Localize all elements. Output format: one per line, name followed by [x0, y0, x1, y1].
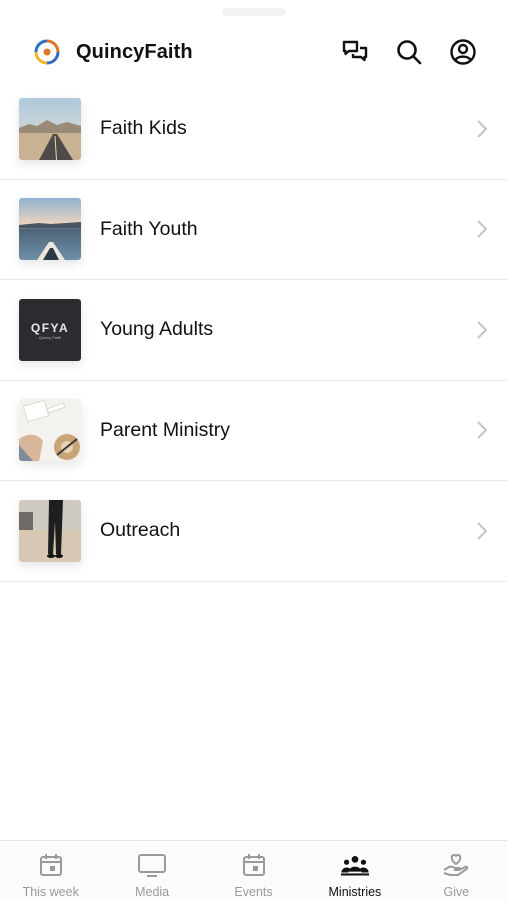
thumb-text: QFYA: [31, 321, 69, 335]
status-bar-indicator: [221, 8, 286, 16]
ministry-label: Faith Youth: [100, 217, 198, 240]
ministry-label: Outreach: [100, 519, 181, 542]
ministry-item-young-adults[interactable]: QFYA Quincy Faith Young Adults: [0, 280, 507, 381]
chat-bubbles-icon[interactable]: [341, 38, 369, 66]
tab-label: Give: [443, 885, 470, 899]
ministry-label: Faith Kids: [100, 117, 187, 140]
tab-ministries[interactable]: Ministries: [304, 841, 405, 900]
bottom-tab-bar: This week Media Events Ministries Give: [0, 840, 507, 900]
ministry-item-outreach[interactable]: Outreach: [0, 481, 507, 582]
quincyfaith-logo-icon: [34, 39, 60, 65]
qfya-logo-thumbnail: QFYA Quincy Faith: [19, 298, 81, 361]
tab-label: Ministries: [328, 885, 382, 899]
calendar-icon: [239, 851, 269, 879]
chevron-right-icon: [477, 522, 488, 540]
tab-label: Media: [135, 885, 170, 899]
tab-label: Events: [234, 885, 273, 899]
tab-events[interactable]: Events: [203, 841, 304, 900]
ministry-item-parent-ministry[interactable]: Parent Ministry: [0, 381, 507, 481]
search-icon[interactable]: [395, 38, 423, 66]
chevron-right-icon: [477, 220, 488, 238]
ministries-list: Faith Kids Faith Youth QFYA Quincy Faith…: [0, 79, 507, 582]
chevron-right-icon: [477, 421, 488, 439]
person-walking-thumbnail: [19, 499, 81, 562]
app-header: QuincyFaith: [0, 22, 507, 82]
thumb-subtext: Quincy Faith: [39, 335, 61, 340]
hands-hat-notebook-thumbnail: [19, 399, 81, 462]
ministry-item-faith-kids[interactable]: Faith Kids: [0, 79, 507, 180]
tab-give[interactable]: Give: [406, 841, 507, 900]
calendar-icon: [36, 851, 66, 879]
ministry-label: Parent Ministry: [100, 418, 231, 441]
tab-label: This week: [22, 885, 79, 899]
tab-media[interactable]: Media: [101, 841, 202, 900]
chevron-right-icon: [477, 120, 488, 138]
chevron-right-icon: [477, 321, 488, 339]
desert-road-thumbnail: [19, 97, 81, 160]
hand-heart-icon: [441, 851, 471, 879]
monitor-icon: [137, 851, 167, 879]
account-circle-icon[interactable]: [449, 38, 477, 66]
ministry-label: Young Adults: [100, 318, 214, 341]
app-title: QuincyFaith: [76, 40, 193, 63]
kayak-lake-thumbnail: [19, 198, 81, 261]
ministry-item-faith-youth[interactable]: Faith Youth: [0, 180, 507, 280]
tab-this-week[interactable]: This week: [0, 841, 101, 900]
group-icon: [340, 851, 370, 879]
